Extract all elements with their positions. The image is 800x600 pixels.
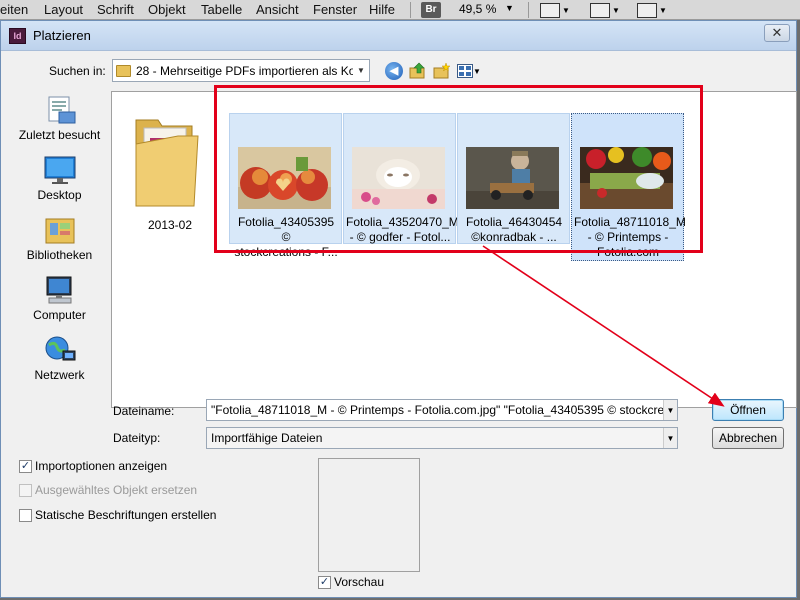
menu-item-schrift[interactable]: Schrift bbox=[97, 2, 134, 17]
checkbox-checked-icon: ✓ bbox=[19, 459, 32, 473]
replace-selected-checkbox: Ausgewähltes Objekt ersetzen bbox=[19, 483, 197, 497]
new-folder-icon[interactable] bbox=[433, 62, 451, 80]
filename-label: Dateiname: bbox=[113, 404, 175, 418]
screen-mode-button[interactable]: ▼ bbox=[590, 1, 620, 19]
preview-checkbox[interactable]: ✓ Vorschau bbox=[318, 575, 384, 589]
file-item[interactable]: Fotolia_43520470_M - © godfer - Fotol... bbox=[343, 113, 459, 244]
static-captions-checkbox[interactable]: Statische Beschriftungen erstellen bbox=[19, 508, 216, 522]
preview-pane bbox=[318, 458, 420, 572]
view-options-button[interactable]: ▼ bbox=[540, 1, 570, 19]
libraries-icon bbox=[43, 215, 77, 245]
checkbox-icon bbox=[19, 483, 32, 497]
image-thumbnail bbox=[352, 147, 445, 209]
indesign-app-icon: Id bbox=[9, 28, 26, 44]
lookin-value: 28 - Mehrseitige PDFs importieren als Ko… bbox=[136, 63, 353, 78]
open-button[interactable]: Öffnen bbox=[712, 399, 784, 421]
menu-item-tabelle[interactable]: Tabelle bbox=[201, 2, 242, 17]
lookin-dropdown[interactable]: 28 - Mehrseitige PDFs importieren als Ko… bbox=[112, 59, 370, 82]
checkbox-icon bbox=[19, 508, 32, 522]
menu-item-ansicht[interactable]: Ansicht bbox=[256, 2, 299, 17]
image-thumbnail bbox=[466, 147, 559, 209]
filename-value: "Fotolia_48711018_M - © Printemps - Foto… bbox=[211, 403, 663, 417]
checkbox-checked-icon: ✓ bbox=[318, 575, 331, 589]
place-desktop[interactable]: Desktop bbox=[12, 155, 107, 202]
lookin-label: Suchen in: bbox=[49, 64, 106, 78]
file-list[interactable]: 2013-02 Fotolia_43405395 © stockcreation… bbox=[111, 91, 797, 408]
menu-item-hilfe[interactable]: Hilfe bbox=[369, 2, 395, 17]
folder-icon bbox=[132, 114, 202, 210]
file-name: Fotolia_43405395 © stockcreations - F... bbox=[234, 215, 338, 259]
place-computer[interactable]: Computer bbox=[12, 275, 107, 322]
back-icon[interactable]: ◀ bbox=[385, 62, 403, 80]
zoom-dropdown-icon[interactable]: ▼ bbox=[505, 3, 514, 13]
place-label: Bibliotheken bbox=[26, 248, 93, 262]
file-item[interactable]: Fotolia_46430454 ©konradbak - ... bbox=[457, 113, 570, 244]
menu-separator bbox=[410, 2, 411, 18]
place-dialog: Id Platzieren ✕ Suchen in: 28 - Mehrseit… bbox=[0, 20, 797, 598]
recent-places-icon bbox=[43, 95, 77, 125]
place-label: Netzwerk bbox=[34, 368, 85, 382]
image-thumbnail bbox=[238, 147, 331, 209]
place-network[interactable]: Netzwerk bbox=[12, 335, 107, 382]
place-libraries[interactable]: Bibliotheken bbox=[12, 215, 107, 262]
file-item[interactable]: Fotolia_43405395 © stockcreations - F... bbox=[229, 113, 342, 259]
folder-icon bbox=[116, 64, 131, 77]
menu-item-fenster[interactable]: Fenster bbox=[313, 2, 357, 17]
dialog-title: Platzieren bbox=[33, 28, 91, 43]
filetype-dropdown[interactable]: Importfähige Dateien ▼ bbox=[206, 427, 678, 449]
desktop-icon bbox=[43, 155, 77, 185]
show-import-options-checkbox[interactable]: ✓ Importoptionen anzeigen bbox=[19, 459, 167, 473]
folder-label: 2013-02 bbox=[147, 218, 193, 232]
view-menu-icon[interactable]: ▼ bbox=[457, 62, 481, 80]
chevron-down-icon[interactable]: ▼ bbox=[663, 400, 677, 420]
bridge-button[interactable]: Br bbox=[421, 2, 441, 18]
dialog-titlebar[interactable]: Id Platzieren ✕ bbox=[1, 21, 796, 51]
place-recent[interactable]: Zuletzt besucht bbox=[12, 95, 107, 142]
filetype-label: Dateityp: bbox=[113, 431, 161, 445]
chevron-down-icon: ▼ bbox=[663, 428, 677, 448]
chevron-down-icon: ▼ bbox=[357, 66, 365, 75]
place-label: Computer bbox=[33, 308, 86, 322]
close-button[interactable]: ✕ bbox=[764, 24, 790, 42]
menu-item-objekt[interactable]: Objekt bbox=[148, 2, 186, 17]
image-thumbnail bbox=[580, 147, 673, 209]
file-name: Fotolia_43520470_M - © godfer - Fotol... bbox=[346, 215, 459, 244]
places-bar: Zuletzt besucht Desktop Bibliotheken Com… bbox=[12, 91, 107, 406]
place-label: Desktop bbox=[37, 188, 82, 202]
computer-icon bbox=[43, 275, 77, 305]
menu-item-layout[interactable]: Layout bbox=[44, 2, 83, 17]
place-label: Zuletzt besucht bbox=[18, 128, 101, 142]
file-item[interactable]: Fotolia_48711018_M - © Printemps - Fotol… bbox=[571, 113, 686, 261]
filename-field[interactable]: "Fotolia_48711018_M - © Printemps - Foto… bbox=[206, 399, 678, 421]
file-name: Fotolia_48711018_M - © Printemps - Fotol… bbox=[574, 215, 686, 259]
app-menubar: eiten Layout Schrift Objekt Tabelle Ansi… bbox=[0, 0, 800, 20]
screen-mode-icon bbox=[590, 2, 610, 18]
arrange-documents-button[interactable]: ▼ bbox=[637, 1, 667, 19]
filetype-value: Importfähige Dateien bbox=[211, 431, 323, 445]
menu-separator bbox=[528, 2, 529, 18]
up-folder-icon[interactable] bbox=[409, 62, 427, 80]
menu-item-bearbeiten[interactable]: eiten bbox=[0, 2, 28, 17]
file-name: Fotolia_46430454 ©konradbak - ... bbox=[465, 215, 563, 244]
cancel-button[interactable]: Abbrechen bbox=[712, 427, 784, 449]
network-icon bbox=[43, 335, 77, 365]
zoom-level[interactable]: 49,5 % bbox=[459, 2, 496, 16]
view-options-icon bbox=[540, 2, 560, 18]
arrange-documents-icon bbox=[637, 2, 657, 18]
